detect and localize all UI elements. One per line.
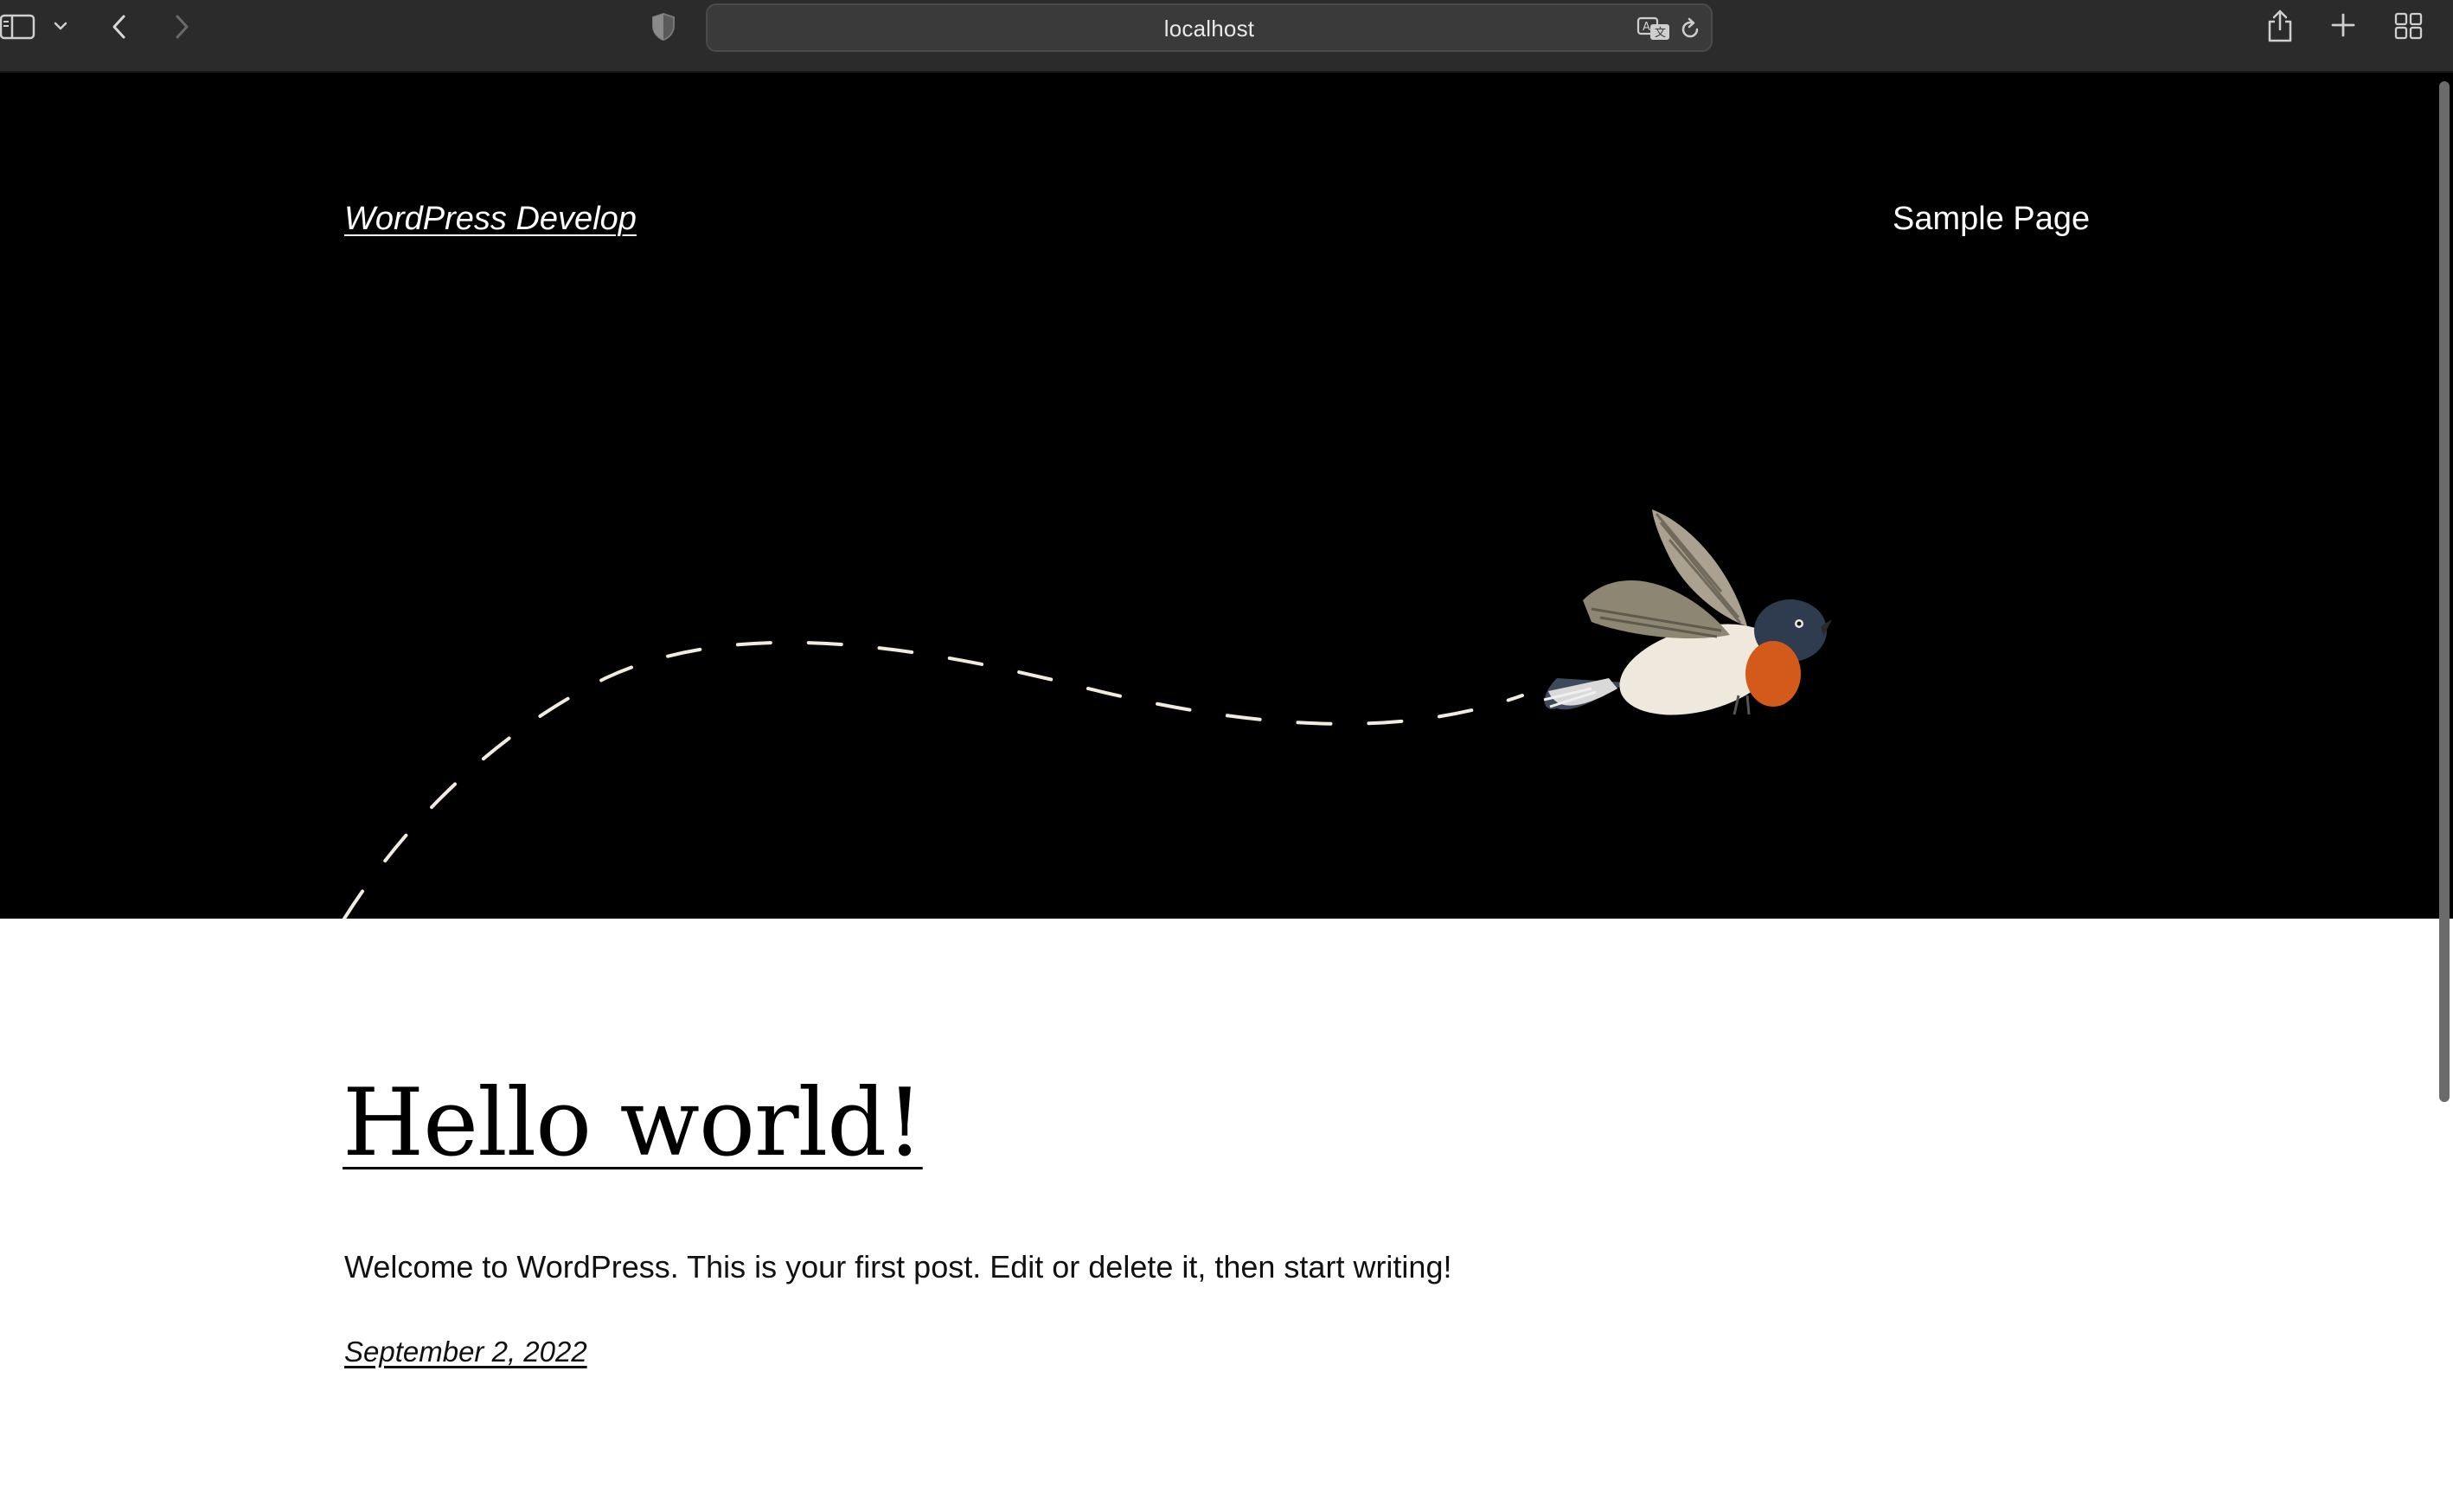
post-title-link[interactable]: Hello world! — [343, 1069, 924, 1177]
post-date-link[interactable]: September 2, 2022 — [344, 1336, 587, 1368]
chevron-down-icon[interactable] — [52, 19, 69, 33]
shield-icon[interactable] — [650, 12, 676, 42]
grid-icon[interactable] — [2394, 12, 2424, 40]
page-scrollbar[interactable] — [2436, 73, 2453, 1512]
header-illustration — [343, 509, 1832, 919]
browser-toolbar: localhost A文 — [0, 0, 2453, 73]
web-page: WordPress Develop Sample Page Hello worl… — [0, 73, 2453, 1512]
plus-icon[interactable] — [2330, 12, 2356, 38]
scrollbar-thumb[interactable] — [2439, 81, 2450, 1102]
svg-text:A: A — [1643, 21, 1650, 34]
chevron-right-icon[interactable] — [171, 12, 192, 42]
site-header-hero: WordPress Develop Sample Page — [0, 73, 2453, 919]
post-excerpt: Welcome to WordPress. This is your first… — [344, 1249, 1452, 1285]
reload-icon[interactable] — [1678, 17, 1702, 42]
url-text[interactable]: localhost — [708, 16, 1711, 42]
address-bar[interactable]: localhost A文 — [706, 3, 1713, 52]
flight-path — [343, 640, 1524, 919]
svg-text:文: 文 — [1655, 27, 1666, 40]
sidebar-icon[interactable] — [0, 14, 36, 40]
bird-illustration — [1543, 509, 1832, 715]
chevron-left-icon[interactable] — [109, 12, 130, 42]
translate-icon[interactable]: A文 — [1636, 16, 1671, 42]
share-icon[interactable] — [2266, 7, 2294, 43]
